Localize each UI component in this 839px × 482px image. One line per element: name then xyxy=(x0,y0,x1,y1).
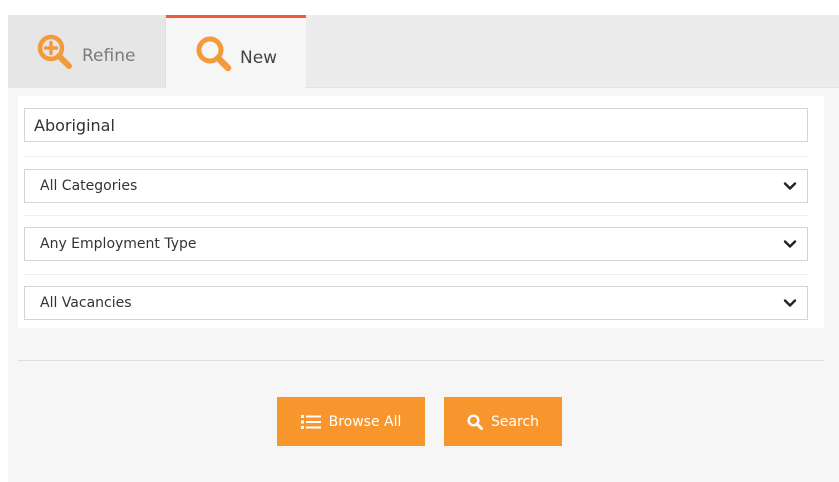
tab-new[interactable]: New xyxy=(166,15,306,89)
tab-new-label: New xyxy=(240,47,278,68)
browse-all-label: Browse All xyxy=(328,413,402,430)
search-button[interactable]: Search xyxy=(444,397,562,446)
category-select-value: All Categories xyxy=(40,178,138,194)
field-separator xyxy=(24,156,808,157)
field-separator xyxy=(24,274,808,275)
search-button-label: Search xyxy=(490,413,540,430)
chevron-down-icon xyxy=(783,237,797,251)
field-separator xyxy=(24,215,808,216)
tab-refine-label: Refine xyxy=(82,45,136,66)
employment-type-select[interactable]: Any Employment Type xyxy=(24,227,808,261)
browse-all-button[interactable]: Browse All xyxy=(277,397,425,446)
vacancies-select[interactable]: All Vacancies xyxy=(24,286,808,320)
zoom-in-icon xyxy=(36,31,78,73)
employment-type-select-value: Any Employment Type xyxy=(40,236,197,252)
search-form: Aboriginal All Categories Any Employment… xyxy=(18,96,824,328)
chevron-down-icon xyxy=(783,296,797,310)
form-divider xyxy=(18,360,824,361)
search-icon xyxy=(194,33,236,75)
category-select[interactable]: All Categories xyxy=(24,169,808,203)
chevron-down-icon xyxy=(783,179,797,193)
tab-bar: Refine New xyxy=(8,15,839,89)
vacancies-select-value: All Vacancies xyxy=(40,295,132,311)
list-icon xyxy=(300,414,321,429)
keyword-input[interactable]: Aboriginal xyxy=(24,108,808,142)
search-icon xyxy=(467,413,483,430)
tab-refine[interactable]: Refine xyxy=(8,15,166,88)
